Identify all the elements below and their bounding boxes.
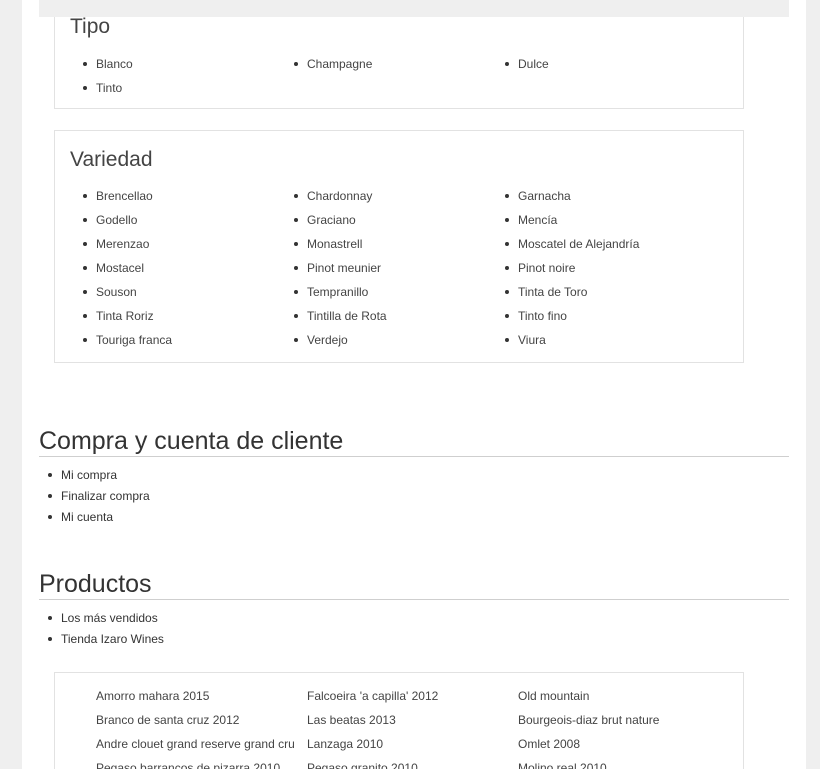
tipo-title: Tipo [70, 15, 111, 38]
variedad-link[interactable]: Godello [96, 213, 137, 227]
list-item[interactable]: Finalizar compra [48, 488, 150, 509]
list-item[interactable]: Las beatas 2013 [307, 712, 396, 728]
list-item[interactable]: Mi cuenta [48, 509, 150, 530]
variedad-link[interactable]: Garnacha [518, 189, 571, 203]
top-bar [39, 0, 789, 17]
tipo-link-blanco[interactable]: Blanco [96, 57, 133, 71]
tipo-link-champagne[interactable]: Champagne [307, 57, 372, 71]
list-item[interactable]: Brencellao [83, 188, 153, 204]
variedad-title: Variedad [70, 148, 153, 171]
list-item[interactable]: Andre clouet grand reserve grand cru [96, 736, 295, 752]
variedad-link[interactable]: Monastrell [307, 237, 362, 251]
list-item[interactable]: Monastrell [293, 236, 362, 252]
productos-section-title: Productos [39, 569, 789, 600]
tipo-link-dulce[interactable]: Dulce [518, 57, 549, 71]
list-item[interactable]: Moscatel de Alejandría [504, 236, 639, 252]
variedad-box: Variedad Brencellao Chardonnay Garnacha God… [54, 130, 744, 363]
list-item[interactable]: Tintilla de Rota [294, 308, 387, 324]
variedad-link[interactable]: Graciano [307, 213, 356, 227]
list-item[interactable]: Graciano [294, 212, 356, 228]
page-content: Tipo Blanco Champagne Dulce Tinto Varied… [22, 0, 806, 769]
list-item[interactable]: Tinto fino [505, 308, 567, 324]
variedad-link[interactable]: Merenzao [96, 237, 149, 251]
variedad-link[interactable]: Verdejo [307, 333, 348, 347]
finalizar-compra-link[interactable]: Finalizar compra [61, 489, 150, 503]
list-item[interactable]: Old mountain [518, 688, 589, 704]
list-item[interactable]: Molino real 2010 [518, 760, 607, 769]
list-item[interactable]: Chardonnay [293, 188, 372, 204]
variedad-link[interactable]: Tempranillo [307, 285, 368, 299]
variedad-link[interactable]: Mostacel [96, 261, 144, 275]
wine-link[interactable]: Andre clouet grand reserve grand cru [96, 737, 295, 751]
list-item[interactable]: Viura [505, 332, 546, 348]
tipo-link-tinto[interactable]: Tinto [96, 81, 122, 95]
list-item[interactable]: Tinta Roriz [83, 308, 154, 324]
list-item[interactable]: Souson [83, 284, 137, 300]
list-item[interactable]: Verdejo [294, 332, 348, 348]
list-item[interactable]: Mostacel [82, 260, 144, 276]
list-item[interactable]: Falcoeira 'a capilla' 2012 [307, 688, 438, 704]
list-item[interactable]: Dulce [505, 56, 549, 72]
list-item[interactable]: Pinot meunier [293, 260, 381, 276]
list-item[interactable]: Champagne [293, 56, 372, 72]
list-item[interactable]: Garnacha [505, 188, 571, 204]
mas-vendidos-link[interactable]: Los más vendidos [61, 611, 158, 625]
list-item[interactable]: Tienda Izaro Wines [48, 631, 164, 652]
wine-link[interactable]: Falcoeira 'a capilla' 2012 [307, 689, 438, 703]
wine-link[interactable]: Amorro mahara 2015 [96, 689, 209, 703]
variedad-link[interactable]: Mencía [518, 213, 557, 227]
variedad-link[interactable]: Tinto fino [518, 309, 567, 323]
mi-cuenta-link[interactable]: Mi cuenta [61, 510, 113, 524]
wine-link[interactable]: Lanzaga 2010 [307, 737, 383, 751]
compra-list: Mi compra Finalizar compra Mi cuenta [48, 467, 150, 530]
wine-link[interactable]: Bourgeois-diaz brut nature [518, 713, 659, 727]
wine-link[interactable]: Omlet 2008 [518, 737, 580, 751]
wine-link[interactable]: Branco de santa cruz 2012 [96, 713, 239, 727]
variedad-link[interactable]: Tinta Roriz [96, 309, 154, 323]
variedad-link[interactable]: Brencellao [96, 189, 153, 203]
list-item[interactable]: Touriga franca [82, 332, 172, 348]
list-item[interactable]: Lanzaga 2010 [307, 736, 383, 752]
list-item[interactable]: Los más vendidos [48, 610, 164, 631]
wine-link[interactable]: Pegaso granito 2010 [307, 761, 418, 769]
wines-box: Amorro mahara 2015 Falcoeira 'a capilla' … [54, 672, 744, 769]
list-item[interactable]: Tinta de Toro [504, 284, 587, 300]
list-item[interactable]: Mi compra [48, 467, 150, 488]
wine-link[interactable]: Molino real 2010 [518, 761, 607, 769]
list-item[interactable]: Pegaso granito 2010 [307, 760, 418, 769]
variedad-link[interactable]: Pinot noire [518, 261, 575, 275]
list-item[interactable]: Tinto [82, 80, 122, 96]
wine-link[interactable]: Old mountain [518, 689, 589, 703]
variedad-link[interactable]: Moscatel de Alejandría [518, 237, 639, 251]
wine-link[interactable]: Pegaso barrancos de pizarra 2010 [96, 761, 280, 769]
variedad-link[interactable]: Touriga franca [96, 333, 172, 347]
variedad-link[interactable]: Souson [96, 285, 137, 299]
variedad-link[interactable]: Tinta de Toro [518, 285, 587, 299]
list-item[interactable]: Bourgeois-diaz brut nature [518, 712, 659, 728]
list-item[interactable]: Omlet 2008 [518, 736, 580, 752]
productos-list: Los más vendidos Tienda Izaro Wines [48, 610, 164, 652]
mi-compra-link[interactable]: Mi compra [61, 468, 117, 482]
list-item[interactable]: Tempranillo [293, 284, 368, 300]
compra-section-title: Compra y cuenta de cliente [39, 426, 789, 457]
variedad-link[interactable]: Pinot meunier [307, 261, 381, 275]
list-item[interactable]: Mencía [504, 212, 557, 228]
list-item[interactable]: Branco de santa cruz 2012 [96, 712, 239, 728]
variedad-link[interactable]: Viura [518, 333, 546, 347]
wine-link[interactable]: Las beatas 2013 [307, 713, 396, 727]
list-item[interactable]: Blanco [83, 56, 133, 72]
variedad-link[interactable]: Chardonnay [307, 189, 372, 203]
list-item[interactable]: Pinot noire [504, 260, 575, 276]
tienda-link[interactable]: Tienda Izaro Wines [61, 632, 164, 646]
list-item[interactable]: Godello [82, 212, 137, 228]
list-item[interactable]: Merenzao [82, 236, 149, 252]
list-item[interactable]: Pegaso barrancos de pizarra 2010 [96, 760, 280, 769]
variedad-link[interactable]: Tintilla de Rota [307, 309, 387, 323]
list-item[interactable]: Amorro mahara 2015 [96, 688, 209, 704]
